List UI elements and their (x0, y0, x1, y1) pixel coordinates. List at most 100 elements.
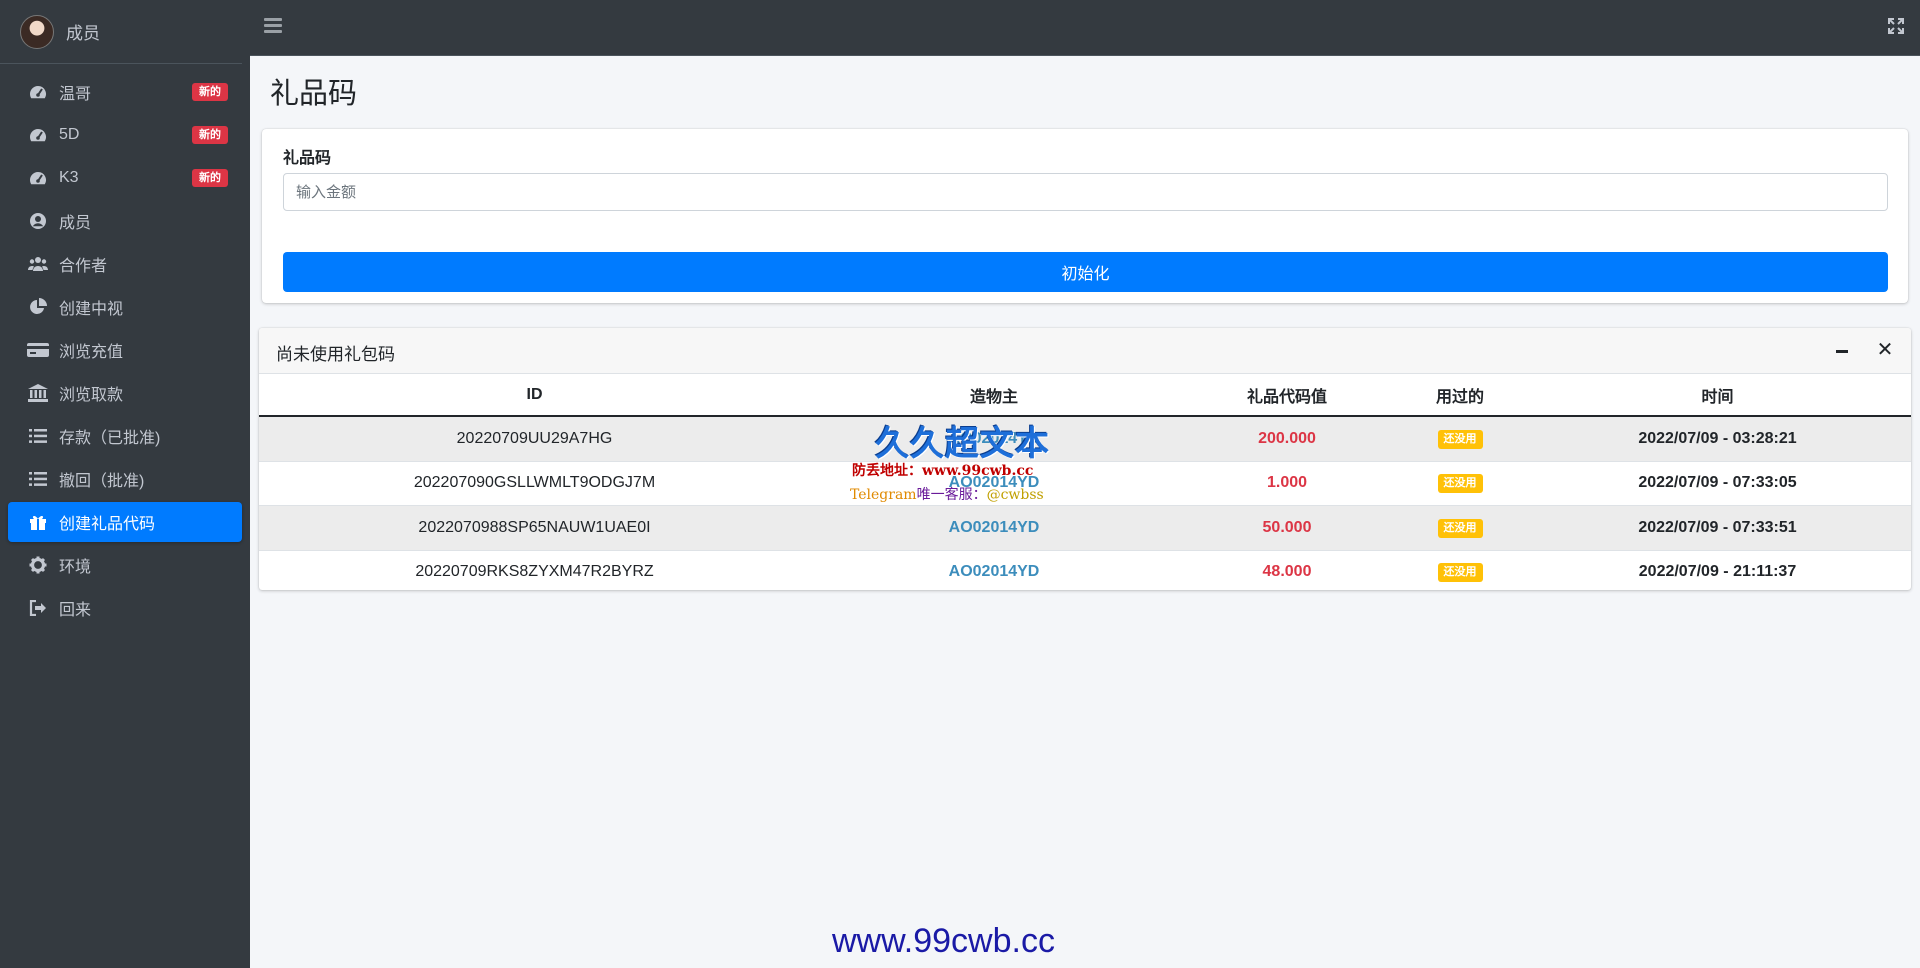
creator-cell: AO02014YD (810, 549, 1178, 594)
list-icon (27, 470, 49, 488)
column-header[interactable]: 时间 (1524, 374, 1911, 417)
menu-toggle-icon[interactable] (264, 18, 282, 34)
avatar[interactable] (20, 14, 54, 49)
value-cell: 1.000 (1178, 460, 1396, 506)
sidebar-item-5d[interactable]: 5D 新的 (8, 115, 242, 155)
value-cell: 200.000 (1178, 415, 1396, 461)
page-title: 礼品码 (270, 78, 358, 110)
sidebar-nav: 温哥 新的 5D 新的 K3 新的 成员 合作者 创建中视 浏览充值 浏览取款 … (0, 72, 250, 628)
unused-badge: 还没用 (1437, 429, 1483, 449)
new-badge: 新的 (192, 169, 228, 187)
list-icon (27, 427, 49, 445)
watermark-url: www.99cwb.cc (832, 922, 1055, 960)
table-header-row: ID 造物主 礼品代码值 用过的 时间 (259, 374, 1911, 417)
watermark-telegram: Telegram (850, 487, 917, 503)
sidebar-item-k3[interactable]: K3 新的 (8, 158, 242, 198)
watermark-contact: Telegram唯一客服：@cwbss (850, 484, 1044, 504)
sidebar-item-label: 合作者 (59, 258, 108, 275)
watermark-handle: @cwbss (986, 487, 1044, 503)
time-cell: 2022/07/09 - 03:28:21 (1524, 415, 1911, 461)
tachometer-icon (27, 169, 49, 187)
gift-codes-table: ID 造物主 礼品代码值 用过的 时间 20220709UU29A7HG AO0… (259, 374, 1911, 594)
sidebar-item-wenge[interactable]: 温哥 新的 (8, 72, 242, 112)
unused-badge: 还没用 (1437, 563, 1483, 583)
sidebar-item-label: 成员 (59, 215, 92, 232)
user-circle-icon (27, 212, 49, 230)
initialize-button[interactable]: 初始化 (283, 252, 1888, 292)
user-name[interactable]: 成员 (66, 19, 100, 44)
bank-icon (27, 384, 49, 402)
gift-code-form-card: 礼品码 初始化 (262, 129, 1908, 303)
gear-icon (27, 556, 49, 574)
sidebar-item-create-center[interactable]: 创建中视 (8, 287, 242, 327)
watermark-address: 防丢地址：www.99cwb.cc (852, 463, 1034, 479)
watermark-logo: 久久超文本 (875, 424, 1050, 464)
sidebar-item-label: 温哥 (59, 86, 92, 103)
close-icon[interactable]: ✕ (1874, 339, 1896, 361)
unused-badge: 还没用 (1437, 474, 1483, 494)
sidebar-item-label: 创建中视 (59, 301, 124, 318)
used-cell: 还没用 (1396, 549, 1524, 594)
column-header[interactable]: 用过的 (1396, 374, 1524, 417)
sidebar-item-label: 存款（已批准) (59, 430, 161, 447)
gift-icon (27, 513, 49, 531)
unused-badge: 还没用 (1437, 518, 1483, 538)
value-cell: 48.000 (1178, 549, 1396, 594)
sidebar-item-label: 撤回（批准) (59, 473, 145, 490)
sidebar: 成员 温哥 新的 5D 新的 K3 新的 成员 合作者 创建中视 浏览充值 浏览… (0, 0, 250, 968)
used-cell: 还没用 (1396, 460, 1524, 506)
gift-code-id: 20220709UU29A7HG (259, 415, 810, 461)
users-icon (27, 255, 49, 273)
sidebar-item-settings[interactable]: 环境 (8, 545, 242, 585)
time-cell: 2022/07/09 - 21:11:37 (1524, 549, 1911, 594)
gift-code-id: 20220709RKS8ZYXM47R2BYRZ (259, 549, 810, 594)
sidebar-item-withdraw[interactable]: 浏览取款 (8, 373, 242, 413)
card-header: 尚未使用礼包码 ✕ (259, 328, 1911, 374)
used-cell: 还没用 (1396, 505, 1524, 550)
watermark-contact-label: 唯一客服： (916, 487, 987, 503)
table-row: 20220709UU29A7HG AO02014YD 200.000 还没用 2… (259, 415, 1911, 461)
time-cell: 2022/07/09 - 07:33:05 (1524, 460, 1911, 506)
tachometer-icon (27, 126, 49, 144)
sidebar-item-label: 5D (59, 126, 80, 143)
table-row: 20220709RKS8ZYXM47R2BYRZ AO02014YD 48.00… (259, 549, 1911, 594)
column-header[interactable]: 造物主 (810, 374, 1178, 417)
user-panel[interactable]: 成员 (0, 0, 242, 64)
creator-cell: AO02014YD (810, 505, 1178, 550)
column-header[interactable]: ID (259, 374, 810, 417)
value-cell: 50.000 (1178, 505, 1396, 550)
sidebar-item-label: 回来 (59, 602, 92, 619)
sidebar-item-create-gift-code[interactable]: 创建礼品代码 (8, 502, 242, 542)
minimize-icon[interactable] (1831, 340, 1853, 362)
fullscreen-icon[interactable] (1888, 18, 1906, 36)
tachometer-icon (27, 83, 49, 101)
sidebar-item-members[interactable]: 成员 (8, 201, 242, 241)
new-badge: 新的 (192, 83, 228, 101)
used-cell: 还没用 (1396, 415, 1524, 461)
time-cell: 2022/07/09 - 07:33:51 (1524, 505, 1911, 550)
gift-code-id: 2022070988SP65NAUW1UAE0I (259, 505, 810, 550)
card-title: 尚未使用礼包码 (276, 345, 395, 364)
top-navbar (250, 0, 1920, 56)
table-row: 202207090GSLLWMLT9ODGJ7M AO02014YD 1.000… (259, 460, 1911, 506)
column-header[interactable]: 礼品代码值 (1178, 374, 1396, 417)
sidebar-item-label: 浏览取款 (59, 387, 124, 404)
sidebar-item-deposit-approved[interactable]: 存款（已批准) (8, 416, 242, 456)
gift-code-label: 礼品码 (283, 150, 332, 167)
sidebar-item-logout[interactable]: 回来 (8, 588, 242, 628)
sidebar-item-label: 浏览充值 (59, 344, 124, 361)
sidebar-item-recharge[interactable]: 浏览充值 (8, 330, 242, 370)
new-badge: 新的 (192, 126, 228, 144)
amount-input[interactable] (283, 173, 1888, 211)
credit-card-icon (27, 341, 49, 359)
unused-gift-codes-card: 尚未使用礼包码 ✕ ID 造物主 礼品代码值 用过的 时间 20220709UU… (259, 328, 1911, 594)
pie-chart-icon (27, 298, 49, 316)
sidebar-item-label: 环境 (59, 559, 92, 576)
table-row: 2022070988SP65NAUW1UAE0I AO02014YD 50.00… (259, 505, 1911, 550)
gift-code-id: 202207090GSLLWMLT9ODGJ7M (259, 460, 810, 506)
sign-out-icon (27, 599, 49, 617)
sidebar-item-partners[interactable]: 合作者 (8, 244, 242, 284)
sidebar-item-label: 创建礼品代码 (59, 516, 156, 533)
sidebar-item-withdraw-approved[interactable]: 撤回（批准) (8, 459, 242, 499)
sidebar-item-label: K3 (59, 169, 79, 186)
